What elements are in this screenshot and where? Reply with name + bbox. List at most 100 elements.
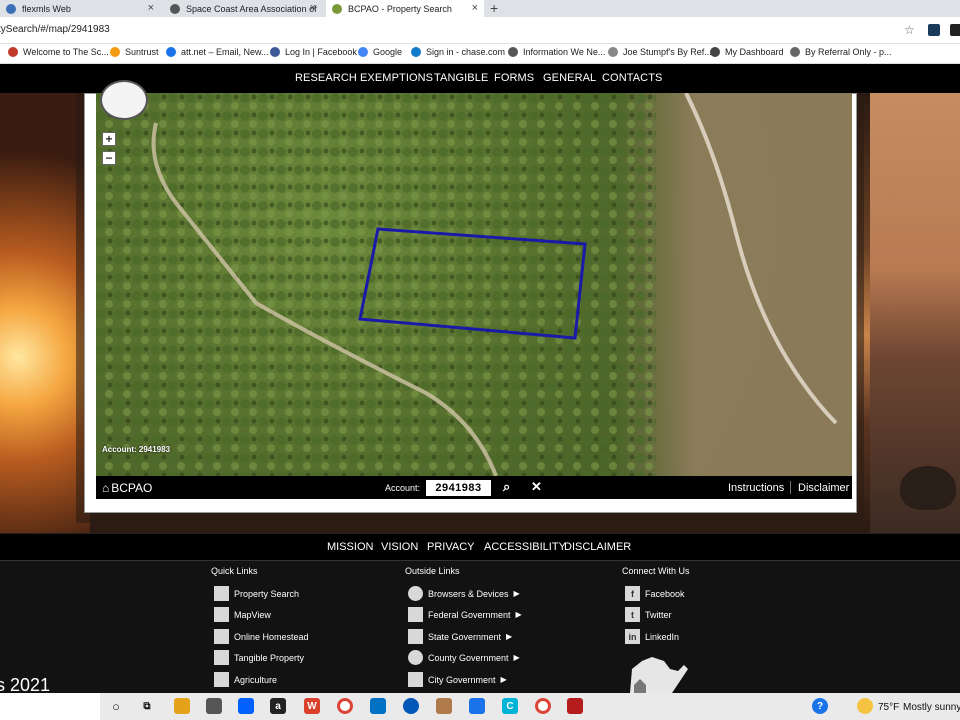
- mail-icon[interactable]: [370, 698, 386, 714]
- outside-link-county[interactable]: County Government ▶: [408, 650, 520, 665]
- dropbox-icon[interactable]: [238, 698, 254, 714]
- close-icon[interactable]: ×: [310, 2, 316, 14]
- nav-exemptions[interactable]: EXEMPTIONS: [360, 72, 433, 84]
- app-icon[interactable]: [436, 698, 452, 714]
- close-icon[interactable]: ×: [472, 2, 478, 14]
- tab-favicon-icon: [170, 3, 180, 14]
- cortana-icon[interactable]: ○: [108, 698, 124, 714]
- nav-general[interactable]: GENERAL: [543, 72, 596, 84]
- connect-linkedin[interactable]: in LinkedIn: [625, 629, 679, 644]
- help-icon[interactable]: ?: [812, 698, 828, 714]
- connect-twitter[interactable]: t Twitter: [625, 607, 672, 622]
- new-tab-button[interactable]: +: [490, 0, 498, 16]
- zoom-in-button[interactable]: +: [102, 132, 116, 146]
- county-map-icon: [630, 657, 688, 693]
- linkedin-icon: in: [625, 629, 640, 644]
- nav-forms[interactable]: FORMS: [494, 72, 534, 84]
- bookmark-item[interactable]: Information We Ne...: [508, 47, 605, 57]
- bookmark-item[interactable]: Welcome to The Sc...: [8, 47, 109, 57]
- aerial-map[interactable]: [96, 93, 852, 476]
- tab-bcpao[interactable]: BCPAO - Property Search ×: [326, 0, 484, 17]
- disclaimer-link[interactable]: Disclaimer: [798, 482, 849, 494]
- amazon-icon[interactable]: a: [270, 698, 286, 714]
- map-account-overlay: Account: 2941983: [102, 445, 171, 454]
- weather-temperature[interactable]: 75°F: [878, 702, 899, 713]
- mcafee-icon[interactable]: [567, 698, 583, 714]
- link-label: MapView: [234, 609, 271, 620]
- chevron-right-icon: ▶: [506, 632, 513, 641]
- document-icon[interactable]: [469, 698, 485, 714]
- tangible-icon: [214, 650, 229, 665]
- chevron-right-icon: ▶: [515, 610, 522, 619]
- footer-nav-privacy[interactable]: PRIVACY: [427, 541, 474, 553]
- link-label: State Government: [428, 631, 502, 642]
- bookmark-star-icon[interactable]: ☆: [904, 23, 915, 37]
- store-icon[interactable]: [206, 698, 222, 714]
- bookmark-item[interactable]: Suntrust: [110, 47, 159, 57]
- quick-link-online-homestead[interactable]: Online Homestead: [214, 629, 309, 644]
- instructions-link[interactable]: Instructions: [728, 482, 784, 494]
- outside-link-city[interactable]: City Government ▶: [408, 672, 507, 687]
- link-label: Agriculture: [234, 674, 278, 685]
- task-view-icon[interactable]: ⧉: [139, 698, 155, 714]
- twitter-icon: t: [625, 607, 640, 622]
- app-icon[interactable]: C: [502, 698, 518, 714]
- compass-icon[interactable]: [100, 80, 148, 120]
- bookmark-item[interactable]: Log In | Facebook: [270, 47, 357, 57]
- chevron-right-icon: ▶: [513, 589, 520, 598]
- nav-contacts[interactable]: CONTACTS: [602, 72, 662, 84]
- property-search-icon: [214, 586, 229, 601]
- account-label: Account:: [385, 483, 421, 493]
- bookmark-item[interactable]: Sign in - chase.com: [411, 47, 505, 57]
- bookmark-item[interactable]: By Referral Only - p...: [790, 47, 892, 57]
- taskbar-search-box[interactable]: [0, 693, 100, 720]
- tab-favicon-icon: [332, 3, 342, 14]
- nav-research[interactable]: RESEARCH: [295, 72, 357, 84]
- outside-link-federal[interactable]: Federal Government ▶: [408, 607, 522, 622]
- url-text[interactable]: tySearch/#/map/2941983: [0, 24, 110, 35]
- footer-nav-vision[interactable]: VISION: [381, 541, 418, 553]
- close-icon[interactable]: ✕: [531, 479, 542, 495]
- account-input[interactable]: [426, 480, 491, 496]
- chrome-icon[interactable]: [337, 698, 353, 714]
- tab-title: flexmls Web: [22, 3, 71, 14]
- chrome-profile-icon[interactable]: [535, 698, 551, 714]
- bookmark-favicon-icon: [166, 47, 176, 57]
- quick-link-tangible-property[interactable]: Tangible Property: [214, 650, 304, 665]
- link-label: City Government: [428, 674, 496, 685]
- close-icon[interactable]: ×: [148, 2, 154, 14]
- dirt-trail: [684, 93, 838, 425]
- word-app-icon[interactable]: W: [304, 698, 320, 714]
- bookmark-item[interactable]: My Dashboard: [710, 47, 784, 57]
- extension-icon[interactable]: [928, 24, 940, 36]
- bookmark-item[interactable]: att.net – Email, New...: [166, 47, 269, 57]
- outside-link-browsers[interactable]: Browsers & Devices ▶: [408, 586, 520, 601]
- address-bar[interactable]: tySearch/#/map/2941983 ☆: [0, 17, 960, 44]
- extension-icon[interactable]: [950, 24, 960, 36]
- att-icon[interactable]: [403, 698, 419, 714]
- nav-tangible[interactable]: TANGIBLE: [434, 72, 488, 84]
- city-icon: [408, 672, 423, 687]
- weather-sun-icon[interactable]: [857, 698, 873, 714]
- footer-nav-disclaimer[interactable]: DISCLAIMER: [564, 541, 631, 553]
- bookmark-favicon-icon: [358, 47, 368, 57]
- link-label: Federal Government: [428, 609, 511, 620]
- quick-link-mapview[interactable]: MapView: [214, 607, 271, 622]
- quick-link-property-search[interactable]: Property Search: [214, 586, 299, 601]
- bookmarks-bar: Welcome to The Sc... Suntrust att.net – …: [0, 44, 960, 64]
- outside-link-state[interactable]: State Government ▶: [408, 629, 512, 644]
- bcpao-home-link[interactable]: ⌂ BCPAO: [102, 481, 152, 495]
- bookmark-item[interactable]: Joe Stumpf's By Ref...: [608, 47, 712, 57]
- tab-flexmls[interactable]: flexmls Web ×: [0, 0, 160, 17]
- link-label: Browsers & Devices: [428, 588, 509, 599]
- connect-facebook[interactable]: f Facebook: [625, 586, 685, 601]
- weather-description[interactable]: Mostly sunny: [903, 702, 960, 713]
- footer-nav-accessibility[interactable]: ACCESSIBILITY: [484, 541, 566, 553]
- tab-space-coast[interactable]: Space Coast Area Association of ×: [164, 0, 322, 17]
- search-icon[interactable]: ⌕: [503, 479, 510, 495]
- footer-nav-mission[interactable]: MISSION: [327, 541, 373, 553]
- file-explorer-icon[interactable]: [174, 698, 190, 714]
- quick-link-agriculture[interactable]: Agriculture: [214, 672, 277, 687]
- bookmark-item[interactable]: Google: [358, 47, 402, 57]
- zoom-out-button[interactable]: −: [102, 151, 116, 165]
